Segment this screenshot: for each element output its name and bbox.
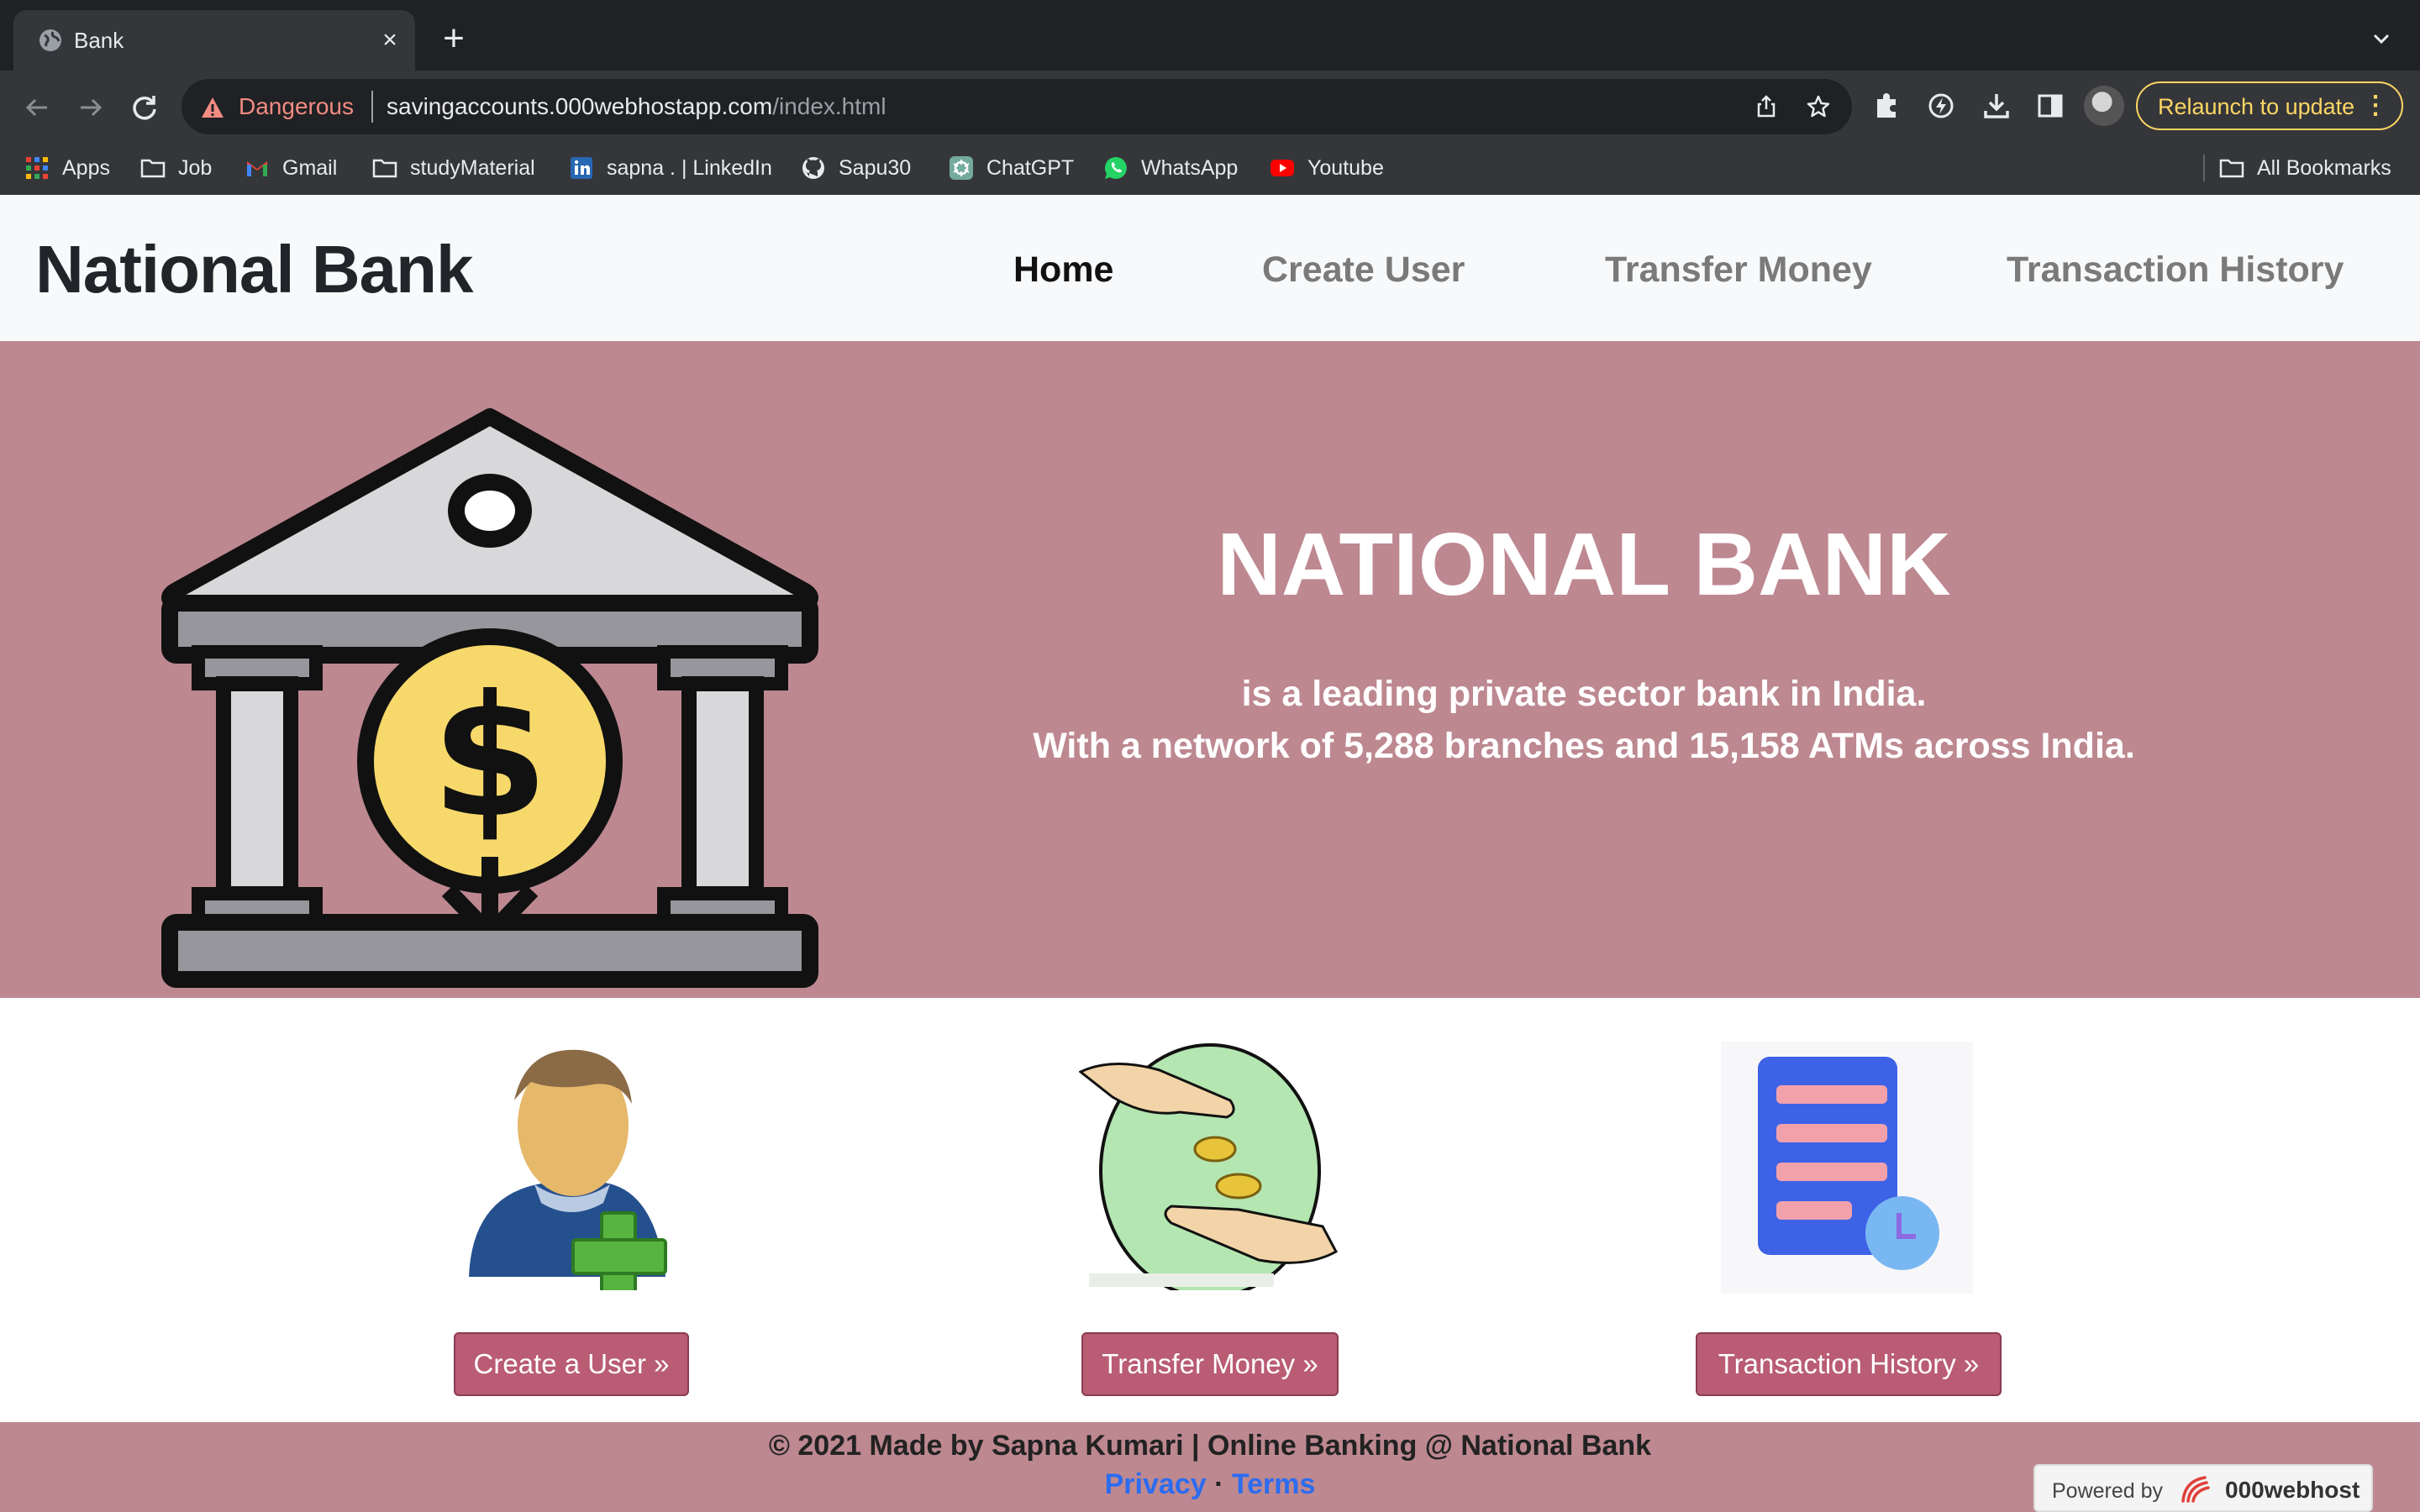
browser-toolbar: Dangerous savingaccounts.000webhostapp.c… xyxy=(0,71,2420,195)
hero-section: $ NATIONAL BANK is a leading private sec… xyxy=(0,341,2420,998)
bookmark-label: Gmail xyxy=(282,155,338,180)
transfer-money-button[interactable]: Transfer Money » xyxy=(1081,1332,1339,1396)
bookmark-star-icon[interactable] xyxy=(1805,93,1832,120)
youtube-icon xyxy=(1270,160,1294,176)
terms-link[interactable]: Terms xyxy=(1232,1468,1316,1500)
bookmark-label: Apps xyxy=(62,155,110,180)
reload-icon[interactable] xyxy=(126,89,163,126)
apps-grid-icon xyxy=(26,157,48,179)
powered-by-brand: 000webhost xyxy=(2225,1477,2360,1503)
webhost-logo-icon xyxy=(2181,1476,2210,1503)
address-separator xyxy=(371,91,373,123)
transaction-history-button[interactable]: Transaction History » xyxy=(1696,1332,2002,1396)
footer-copyright: © 2021 Made by Sapna Kumari | Online Ban… xyxy=(768,1430,1652,1462)
security-label[interactable]: Dangerous xyxy=(239,93,354,120)
bookmark-job[interactable]: Job xyxy=(139,151,212,185)
folder-icon xyxy=(372,159,397,178)
bookmarks-bar: Apps Job Gmail studyMaterial sapna . | L… xyxy=(0,144,2420,192)
site-brand[interactable]: National Bank xyxy=(35,232,473,307)
site-footer: © 2021 Made by Sapna Kumari | Online Ban… xyxy=(0,1422,2420,1512)
bank-building-icon: $ xyxy=(161,408,818,988)
hero-line-1: is a leading private sector bank in Indi… xyxy=(1241,674,1927,714)
url-path: /index.html xyxy=(772,93,886,119)
bookmark-chatgpt[interactable]: ChatGPT xyxy=(948,151,1074,185)
relaunch-label: Relaunch to update xyxy=(2158,94,2355,119)
create-user-button[interactable]: Create a User » xyxy=(454,1332,689,1396)
bookmark-studymaterial[interactable]: studyMaterial xyxy=(371,151,535,185)
tab-title: Bank xyxy=(74,28,124,53)
performance-icon[interactable] xyxy=(1924,89,1958,123)
nav-transaction-history[interactable]: Transaction History xyxy=(2007,249,2344,291)
bookmark-label: sapna . | LinkedIn xyxy=(607,155,772,180)
new-tab-icon[interactable]: + xyxy=(437,20,471,57)
all-bookmarks[interactable]: All Bookmarks xyxy=(2218,151,2391,185)
transaction-history-icon xyxy=(1721,1042,1973,1294)
bookmarks-separator xyxy=(2203,155,2205,181)
bookmark-linkedin[interactable]: sapna . | LinkedIn xyxy=(568,151,772,185)
warning-triangle-icon xyxy=(202,97,224,118)
hero-title: NATIONAL BANK xyxy=(1217,515,1951,614)
add-user-icon xyxy=(469,1049,667,1290)
bookmark-apps[interactable]: Apps xyxy=(24,151,110,185)
bookmark-label: studyMaterial xyxy=(410,155,535,180)
nav-create-user[interactable]: Create User xyxy=(1262,249,1465,291)
back-arrow-icon[interactable] xyxy=(18,89,55,126)
bookmark-youtube[interactable]: Youtube xyxy=(1269,151,1384,185)
powered-by-label: Powered by xyxy=(2052,1479,2164,1503)
bookmark-whatsapp[interactable]: WhatsApp xyxy=(1102,151,1238,185)
bookmark-label: ChatGPT xyxy=(986,155,1075,180)
profile-avatar[interactable] xyxy=(2084,86,2124,126)
gmail-icon xyxy=(247,161,267,176)
hero-line-2: With a network of 5,288 branches and 15,… xyxy=(1033,726,2135,766)
features-section: Create a User » Transfer Money » Transac… xyxy=(0,998,2420,1422)
money-transfer-icon xyxy=(1079,1043,1339,1290)
close-tab-icon[interactable]: × xyxy=(376,27,403,54)
svg-text:$: $ xyxy=(431,659,548,855)
powered-by-badge[interactable]: Powered by 000webhost xyxy=(2033,1464,2373,1512)
url-text[interactable]: savingaccounts.000webhostapp.com/index.h… xyxy=(387,93,886,120)
privacy-link[interactable]: Privacy xyxy=(1105,1468,1207,1500)
relaunch-button[interactable]: Relaunch to update ⋮ xyxy=(2136,81,2403,130)
bookmark-label: Job xyxy=(178,155,213,180)
browser-tab[interactable]: Bank × xyxy=(13,10,415,71)
site-navbar: National Bank Home Create User Transfer … xyxy=(0,195,2420,341)
github-icon xyxy=(802,157,824,179)
linkedin-icon xyxy=(571,157,592,179)
whatsapp-icon xyxy=(1104,156,1127,179)
chatgpt-icon xyxy=(950,156,973,180)
bookmark-label: WhatsApp xyxy=(1141,155,1239,180)
globe-icon xyxy=(39,29,61,51)
nav-home[interactable]: Home xyxy=(1013,249,1113,291)
more-vert-icon[interactable]: ⋮ xyxy=(2363,92,2388,120)
browser-tab-strip: Bank × + xyxy=(0,0,2420,71)
folder-icon xyxy=(2219,159,2244,178)
footer-separator: · xyxy=(1214,1468,1224,1500)
url-host: savingaccounts.000webhostapp.com xyxy=(387,93,773,119)
side-panel-icon[interactable] xyxy=(2033,89,2067,123)
extensions-puzzle-icon[interactable] xyxy=(1870,89,1904,123)
chevron-down-icon[interactable] xyxy=(2368,25,2395,52)
address-bar[interactable]: Dangerous savingaccounts.000webhostapp.c… xyxy=(182,79,1852,134)
bookmark-gmail[interactable]: Gmail xyxy=(244,151,337,185)
share-icon[interactable] xyxy=(1753,93,1780,120)
download-icon[interactable] xyxy=(1980,89,2013,123)
bookmark-github[interactable]: Sapu30 xyxy=(800,151,911,185)
forward-arrow-icon[interactable] xyxy=(72,89,109,126)
bookmark-label: Sapu30 xyxy=(839,155,912,180)
bookmark-label: Youtube xyxy=(1307,155,1384,180)
nav-transfer-money[interactable]: Transfer Money xyxy=(1605,249,1872,291)
all-bookmarks-label: All Bookmarks xyxy=(2257,155,2391,180)
folder-icon xyxy=(140,159,166,178)
